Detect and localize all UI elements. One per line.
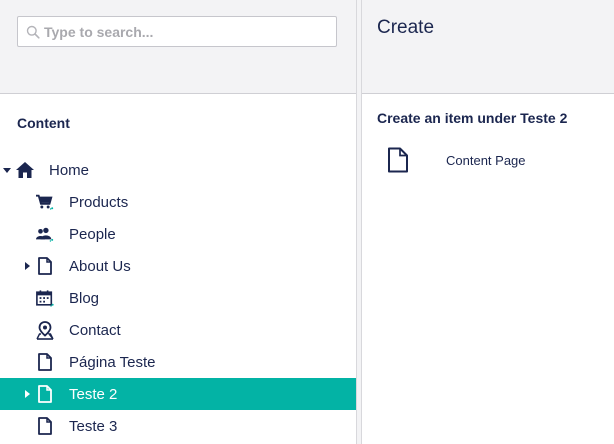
search-icon [26,25,40,39]
tree-node-label: About Us [69,257,131,275]
tree-node-teste-3[interactable]: Teste 3 [0,410,356,442]
create-heading: Create an item under Teste 2 [377,110,568,126]
document-icon [36,257,54,275]
create-dialog: Create Create an item under Teste 2 Cont… [362,0,614,444]
caret-right-icon[interactable] [23,262,31,270]
dialog-title: Create [377,17,435,38]
search-box[interactable] [17,16,337,47]
tree-node-label: Contact [69,321,121,339]
tree-section-title: Content [17,115,70,131]
tree-node-label: Página Teste [69,353,156,371]
doc-type-label: Content Page [446,152,526,168]
tree-node-pagina-teste[interactable]: Página Teste [0,346,356,378]
caret-down-icon[interactable] [3,166,11,174]
content-tree: Home Products People About Us Blog Conta… [0,154,356,442]
map-pin-icon [36,320,54,340]
cart-icon [36,193,54,211]
tree-node-home[interactable]: Home [0,154,356,186]
document-icon [387,146,411,174]
document-icon [36,417,54,435]
tree-node-blog[interactable]: Blog [0,282,356,314]
content-sidebar: Content Home Products People [0,0,356,444]
tree-node-contact[interactable]: Contact [0,314,356,346]
tree-node-products[interactable]: Products [0,186,356,218]
document-icon [36,385,54,403]
dialog-header: Create [362,0,614,94]
tree-node-teste-2[interactable]: Teste 2 [0,378,356,410]
search-input[interactable] [44,17,324,46]
doc-type-content-page[interactable]: Content Page [387,143,607,177]
home-icon [16,161,34,179]
sidebar-header [0,0,356,94]
tree-node-label: Teste 3 [69,417,118,435]
tree-node-label: Products [69,193,129,211]
calendar-icon [36,289,54,307]
tree-node-people[interactable]: People [0,218,356,250]
tree-node-label: Home [49,161,90,179]
tree-node-label: People [69,225,116,243]
caret-right-icon[interactable] [23,390,31,398]
tree-node-label: Teste 2 [69,385,118,403]
users-icon [36,225,54,243]
tree-node-about-us[interactable]: About Us [0,250,356,282]
tree-node-label: Blog [69,289,100,307]
document-icon [36,353,54,371]
